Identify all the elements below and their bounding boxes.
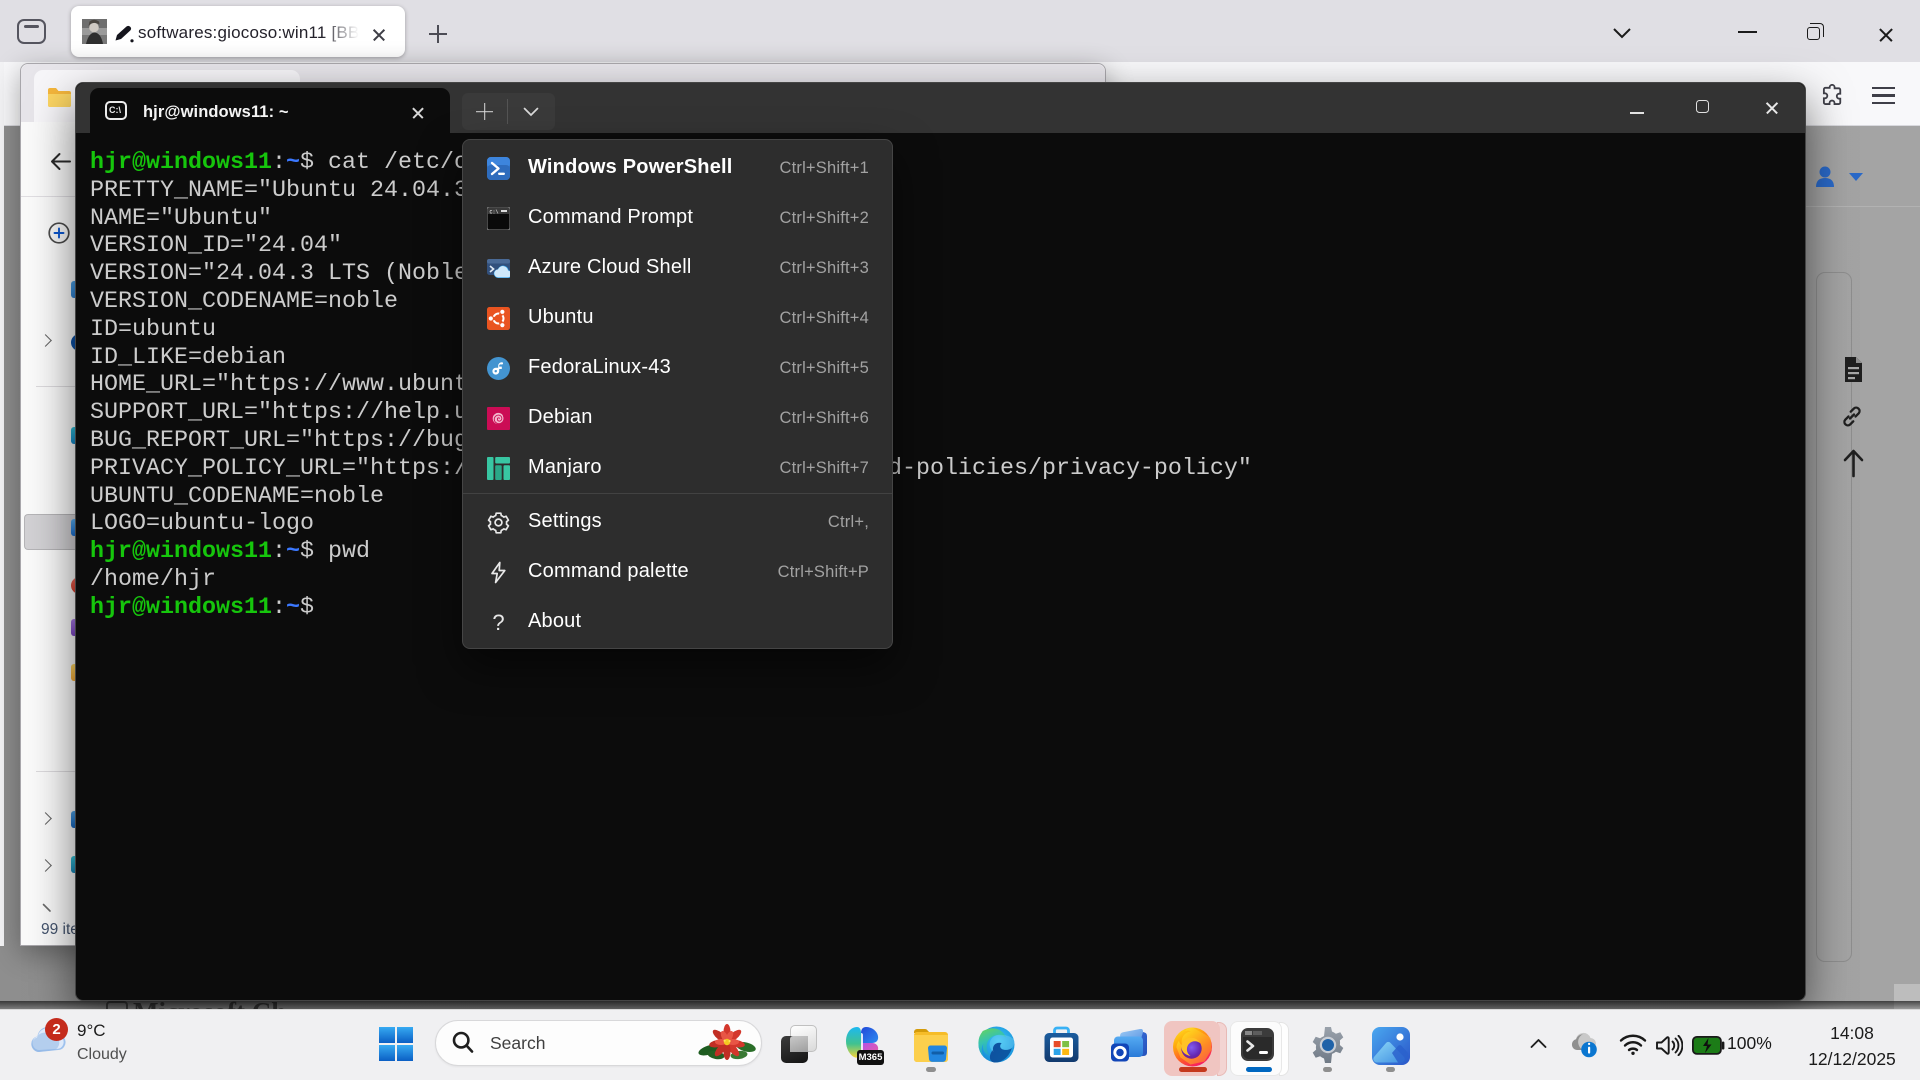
svg-text:C:\: C:\ <box>490 209 499 215</box>
